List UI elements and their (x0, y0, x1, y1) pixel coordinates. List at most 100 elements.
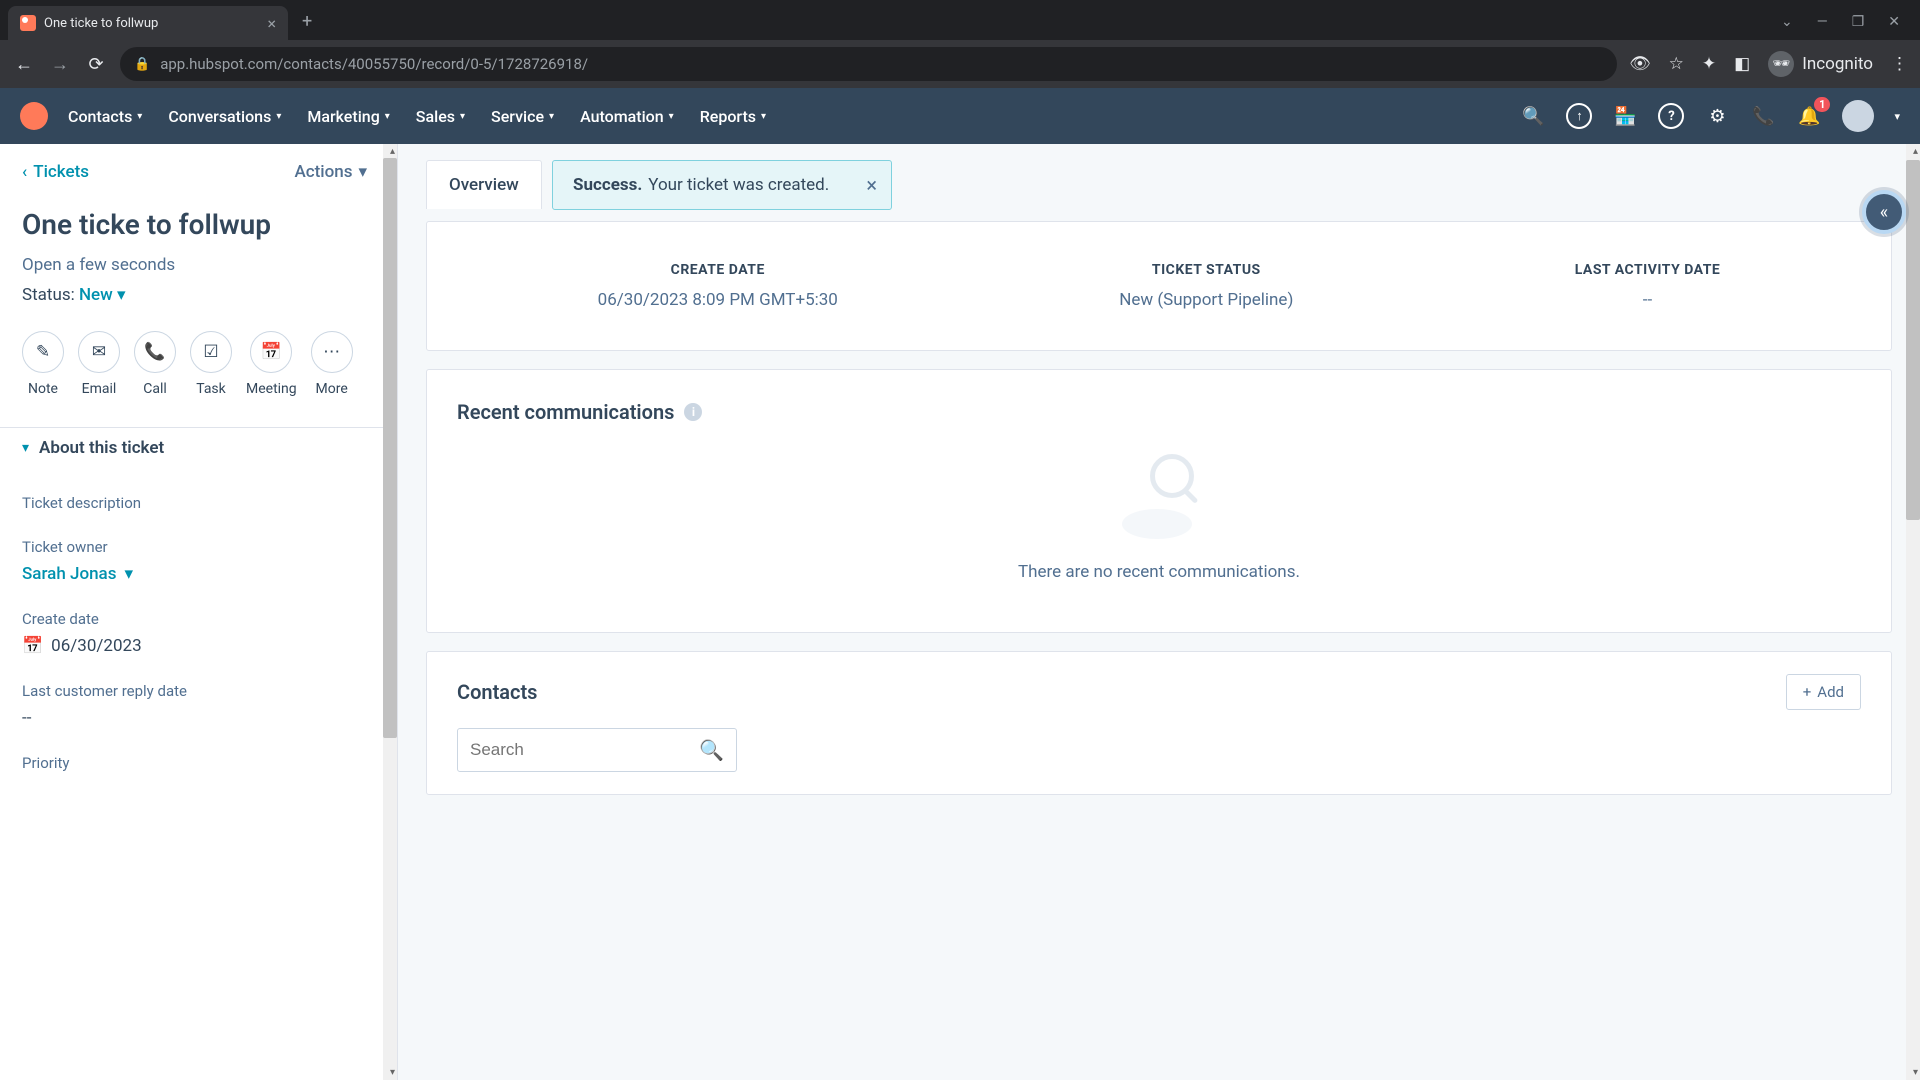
breadcrumb-tickets[interactable]: ‹Tickets (22, 162, 89, 182)
bookmark-icon[interactable]: ☆ (1669, 54, 1684, 74)
scrollbar-track[interactable]: ▴ ▾ (1906, 144, 1920, 1080)
email-button[interactable]: ✉Email (78, 331, 120, 397)
reload-button[interactable]: ⟳ (84, 54, 108, 75)
nav-service[interactable]: Service▾ (491, 107, 554, 126)
success-toast: Success. Your ticket was created. × (552, 160, 892, 210)
extensions-icon[interactable]: ✦ (1702, 54, 1716, 74)
ticket-owner-dropdown[interactable]: Sarah Jonas▾ (22, 564, 367, 584)
chevron-down-icon: ▾ (669, 111, 674, 122)
last-activity-header: LAST ACTIVITY DATE (1575, 262, 1721, 278)
open-duration: Open a few seconds (22, 255, 367, 275)
more-button[interactable]: ⋯More (311, 331, 353, 397)
chevron-down-icon: ▾ (22, 440, 29, 456)
maximize-button[interactable]: ❐ (1852, 14, 1865, 30)
last-activity-text: -- (1575, 290, 1721, 310)
contacts-card: Contacts +Add 🔍 (426, 651, 1892, 795)
about-ticket-toggle[interactable]: ▾ About this ticket (0, 427, 397, 468)
priority-label: Priority (22, 754, 367, 772)
lock-icon: 🔒 (134, 57, 150, 72)
search-icon[interactable]: 🔍 (1520, 103, 1546, 129)
hubspot-logo-icon[interactable] (20, 102, 48, 130)
nav-automation[interactable]: Automation▾ (580, 107, 674, 126)
contacts-search[interactable]: 🔍 (457, 728, 737, 772)
ticket-title: One ticke to follwup (22, 208, 367, 241)
search-input[interactable] (470, 740, 699, 760)
call-button[interactable]: 📞Call (134, 331, 176, 397)
window-controls: ⌄ ― ❐ ✕ (1781, 14, 1920, 30)
scroll-up-arrow[interactable]: ▴ (390, 146, 395, 157)
toast-bold: Success. (573, 175, 642, 195)
nav-reports[interactable]: Reports▾ (700, 107, 766, 126)
task-icon: ☑ (190, 331, 232, 373)
incognito-label: Incognito (1802, 54, 1873, 74)
nav-marketing[interactable]: Marketing▾ (307, 107, 389, 126)
url-input[interactable]: 🔒 app.hubspot.com/contacts/40055750/reco… (120, 47, 1617, 81)
nav-conversations[interactable]: Conversations▾ (168, 107, 281, 126)
create-date-label: Create date (22, 610, 367, 628)
url-text: app.hubspot.com/contacts/40055750/record… (160, 55, 588, 73)
close-window-button[interactable]: ✕ (1888, 14, 1900, 30)
empty-state-icon (1114, 454, 1204, 544)
scroll-down-arrow[interactable]: ▾ (390, 1067, 395, 1078)
scroll-down-arrow[interactable]: ▾ (1913, 1067, 1918, 1078)
task-button[interactable]: ☑Task (190, 331, 232, 397)
ticket-description-label: Ticket description (22, 494, 367, 512)
browser-tab[interactable]: One ticke to follwup × (8, 6, 288, 40)
collapse-panel-button[interactable]: « (1862, 190, 1906, 234)
actions-dropdown[interactable]: Actions▾ (294, 162, 367, 182)
eye-off-icon[interactable]: 👁 (1629, 54, 1651, 74)
chevron-down-icon: ▾ (358, 162, 367, 182)
summary-card: CREATE DATE 06/30/2023 8:09 PM GMT+5:30 … (426, 221, 1892, 351)
calling-icon[interactable]: 📞 (1750, 103, 1776, 129)
chevron-down-icon: ▾ (460, 111, 465, 122)
record-sidebar: ▴ ▾ ‹Tickets Actions▾ One ticke to follw… (0, 144, 398, 1080)
create-date-header: CREATE DATE (598, 262, 838, 278)
create-date-value[interactable]: 📅06/30/2023 (22, 636, 367, 656)
nav-contacts[interactable]: Contacts▾ (68, 107, 142, 126)
close-icon[interactable]: × (866, 173, 877, 197)
notifications-icon[interactable]: 🔔1 (1796, 103, 1822, 129)
forward-button[interactable]: → (48, 54, 72, 75)
avatar[interactable] (1842, 100, 1874, 132)
create-date-text: 06/30/2023 8:09 PM GMT+5:30 (598, 290, 838, 310)
quick-actions: ✎Note ✉Email 📞Call ☑Task 📅Meeting ⋯More (22, 331, 367, 397)
toast-message: Your ticket was created. (648, 175, 829, 195)
empty-state-text: There are no recent communications. (457, 562, 1861, 582)
record-content: ▴ ▾ Overview Success. Your ticket was cr… (398, 144, 1920, 1080)
new-tab-button[interactable]: + (302, 11, 312, 32)
close-tab-icon[interactable]: × (267, 14, 276, 33)
tab-search-icon[interactable]: ⌄ (1781, 14, 1793, 30)
side-panel-icon[interactable]: ◧ (1734, 54, 1750, 74)
browser-menu-icon[interactable]: ⋮ (1891, 54, 1908, 74)
settings-icon[interactable]: ⚙ (1704, 103, 1730, 129)
scrollbar-track[interactable]: ▴ ▾ (383, 144, 397, 1080)
scrollbar-thumb[interactable] (383, 158, 397, 738)
about-ticket-title: About this ticket (39, 438, 164, 458)
account-menu-caret[interactable]: ▾ (1894, 110, 1900, 123)
scrollbar-thumb[interactable] (1906, 160, 1920, 520)
note-button[interactable]: ✎Note (22, 331, 64, 397)
tab-overview[interactable]: Overview (426, 160, 542, 209)
upgrade-icon[interactable]: ↑ (1566, 103, 1592, 129)
plus-icon: + (1803, 683, 1812, 701)
status-dropdown[interactable]: New ▾ (79, 285, 126, 305)
marketplace-icon[interactable]: 🏪 (1612, 103, 1638, 129)
chevron-down-icon: ▾ (137, 111, 142, 122)
help-icon[interactable]: ? (1658, 103, 1684, 129)
chevron-down-icon: ▾ (761, 111, 766, 122)
last-reply-value: -- (22, 708, 367, 728)
info-icon[interactable]: i (684, 403, 702, 421)
meeting-button[interactable]: 📅Meeting (246, 331, 297, 397)
nav-menu: Contacts▾ Conversations▾ Marketing▾ Sale… (68, 107, 766, 126)
more-icon: ⋯ (311, 331, 353, 373)
minimize-button[interactable]: ― (1817, 14, 1828, 30)
back-button[interactable]: ← (12, 54, 36, 75)
chevron-down-icon: ▾ (385, 111, 390, 122)
nav-sales[interactable]: Sales▾ (416, 107, 465, 126)
add-contact-button[interactable]: +Add (1786, 674, 1861, 710)
ticket-status-header: TICKET STATUS (1119, 262, 1293, 278)
incognito-indicator[interactable]: 🕶 Incognito (1768, 51, 1873, 77)
status-row: Status: New ▾ (22, 285, 367, 305)
communications-title: Recent communications (457, 400, 674, 424)
ticket-owner-label: Ticket owner (22, 538, 367, 556)
